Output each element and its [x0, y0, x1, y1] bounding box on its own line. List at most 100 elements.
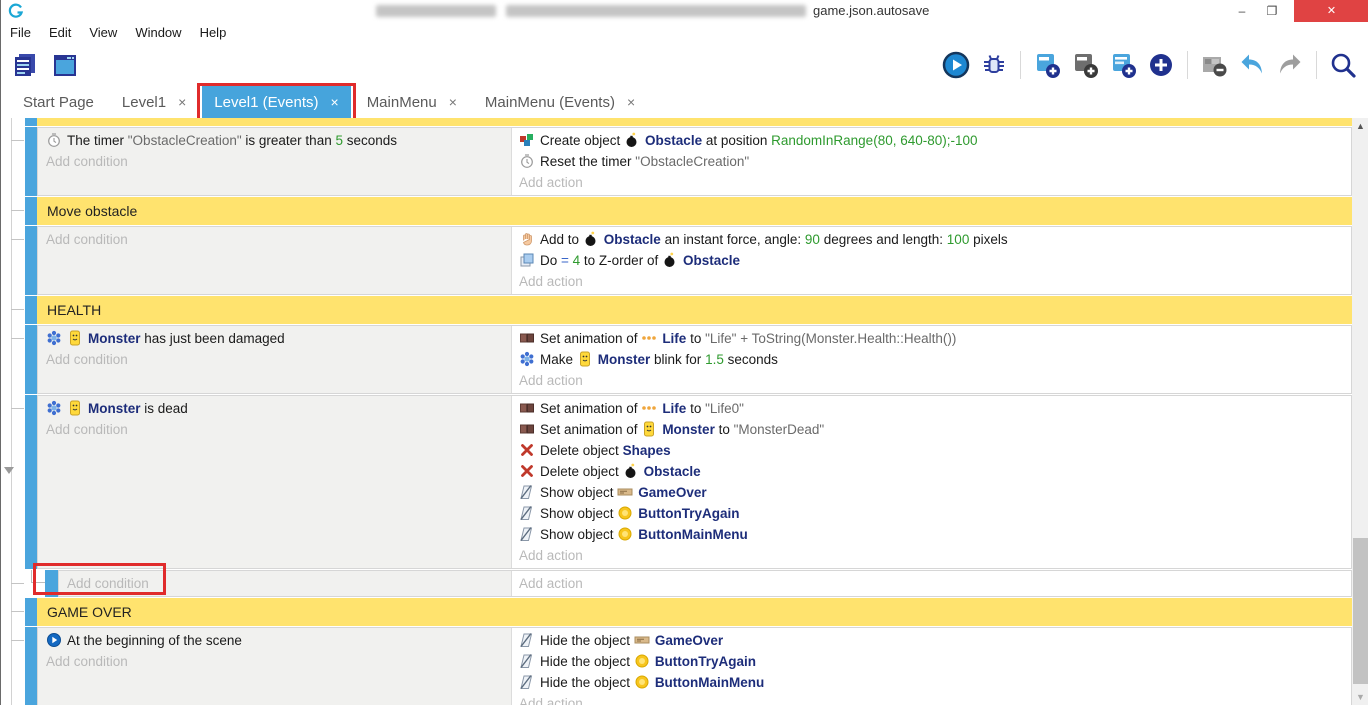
fold-arrow-icon[interactable]	[4, 467, 14, 474]
tab-level1[interactable]: Level1×	[110, 86, 198, 118]
add-action-button[interactable]: Add action	[519, 545, 1351, 566]
text-segment: to	[686, 331, 705, 346]
event-bar	[25, 197, 37, 225]
life-icon	[641, 400, 657, 416]
add-other-event-button[interactable]	[1145, 49, 1177, 81]
group-header[interactable]: Move obstacle	[25, 197, 1352, 225]
add-condition-button[interactable]: Add condition	[46, 229, 511, 250]
add-condition-button[interactable]: Add condition	[46, 349, 511, 370]
add-action-button[interactable]: Add action	[519, 271, 1351, 292]
play-button[interactable]	[940, 49, 972, 81]
scroll-up-arrow-icon[interactable]: ▲	[1352, 118, 1368, 134]
undo-button[interactable]	[1236, 49, 1268, 81]
tab-start-page[interactable]: Start Page	[11, 86, 106, 118]
object-name: ButtonMainMenu	[638, 527, 747, 542]
tab-mainmenu-events-[interactable]: MainMenu (Events)×	[473, 86, 647, 118]
action[interactable]: Set animation of Life to "Life" + ToStri…	[519, 328, 1351, 349]
action[interactable]: Set animation of Monster to "MonsterDead…	[519, 419, 1351, 440]
add-action-button[interactable]: Add action	[519, 370, 1351, 391]
event-cells: Monster has just been damagedAdd conditi…	[37, 325, 1352, 394]
action[interactable]: Hide the object GameOver	[519, 630, 1351, 651]
add-action-button[interactable]: Add action	[519, 693, 1351, 705]
condition[interactable]: The timer "ObstacleCreation" is greater …	[46, 130, 511, 151]
close-tab-icon[interactable]: ×	[627, 94, 635, 110]
text-segment: Set animation of	[540, 331, 641, 346]
action[interactable]: Reset the timer "ObstacleCreation"	[519, 151, 1351, 172]
add-condition-button[interactable]: Add condition	[46, 419, 511, 440]
menu-item-view[interactable]: View	[80, 22, 126, 44]
add-action-button[interactable]: Add action	[519, 172, 1351, 193]
menu-item-file[interactable]: File	[1, 22, 40, 44]
event-bar	[25, 296, 37, 324]
add-event-button[interactable]	[1031, 49, 1063, 81]
life-icon	[641, 330, 657, 346]
text-segment: "Life0"	[705, 401, 744, 416]
object-name: ButtonMainMenu	[655, 675, 764, 690]
add-condition-button[interactable]: Add condition	[67, 573, 511, 594]
action[interactable]: Add to Obstacle an instant force, angle:…	[519, 229, 1351, 250]
toolbar-separator	[1187, 51, 1188, 79]
event-block[interactable]: At the beginning of the sceneAdd conditi…	[25, 627, 1352, 705]
vertical-scrollbar[interactable]: ▲ ▼	[1352, 118, 1368, 705]
condition[interactable]: Monster is dead	[46, 398, 511, 419]
close-button[interactable]: ✕	[1294, 0, 1368, 22]
object-name: GameOver	[655, 633, 723, 648]
toggle-disabled-events-button[interactable]	[1198, 49, 1230, 81]
minimize-button[interactable]: –	[1229, 0, 1255, 22]
timer-icon	[46, 132, 62, 148]
conditions-cell: The timer "ObstacleCreation" is greater …	[38, 128, 512, 195]
sub-event-block[interactable]: Add condition Add action	[25, 570, 1352, 597]
event-block[interactable]: Monster is deadAdd condition Set animatio…	[25, 395, 1352, 569]
group-header-partial[interactable]	[25, 118, 1352, 126]
scrollbar-thumb[interactable]	[1353, 538, 1368, 684]
condition[interactable]: Monster has just been damaged	[46, 328, 511, 349]
menu-item-window[interactable]: Window	[126, 22, 190, 44]
object-name: Monster	[88, 331, 141, 346]
add-subevent-button[interactable]	[1107, 49, 1139, 81]
text-segment: Show object	[540, 527, 617, 542]
add-action-button[interactable]: Add action	[519, 573, 1351, 594]
action[interactable]: Delete object Shapes	[519, 440, 1351, 461]
debug-button[interactable]	[978, 49, 1010, 81]
add-condition-button[interactable]: Add condition	[46, 151, 511, 172]
event-block[interactable]: Add condition Add to Obstacle an instant …	[25, 226, 1352, 295]
project-manager-button[interactable]	[9, 49, 41, 81]
action[interactable]: Create object Obstacle at position Rando…	[519, 130, 1351, 151]
event-block[interactable]: The timer "ObstacleCreation" is greater …	[25, 127, 1352, 196]
close-tab-icon[interactable]: ×	[449, 94, 457, 110]
text-segment: Do	[540, 253, 561, 268]
close-tab-icon[interactable]: ×	[331, 94, 339, 110]
text-segment: has just been damaged	[141, 331, 285, 346]
action[interactable]: Hide the object ButtonMainMenu	[519, 672, 1351, 693]
scroll-down-arrow-icon[interactable]: ▼	[1352, 689, 1368, 705]
action[interactable]: Show object GameOver	[519, 482, 1351, 503]
action[interactable]: Set animation of Life to "Life0"	[519, 398, 1351, 419]
action[interactable]: Show object ButtonTryAgain	[519, 503, 1351, 524]
add-comment-event-button[interactable]	[1069, 49, 1101, 81]
group-header[interactable]: GAME OVER	[25, 598, 1352, 626]
action[interactable]: Show object ButtonMainMenu	[519, 524, 1351, 545]
action[interactable]: Hide the object ButtonTryAgain	[519, 651, 1351, 672]
flower-icon	[46, 330, 62, 346]
scene-editor-button[interactable]	[49, 49, 81, 81]
event-bar	[45, 570, 58, 597]
tab-mainmenu[interactable]: MainMenu×	[355, 86, 469, 118]
action[interactable]: Delete object Obstacle	[519, 461, 1351, 482]
redo-button[interactable]	[1274, 49, 1306, 81]
search-button[interactable]	[1327, 49, 1359, 81]
action[interactable]: Do = 4 to Z-order of Obstacle	[519, 250, 1351, 271]
group-header[interactable]: HEALTH	[25, 296, 1352, 324]
tab-level1-events-[interactable]: Level1 (Events)×	[202, 86, 350, 118]
text-segment: Hide the object	[540, 633, 634, 648]
event-cells: Add condition Add to Obstacle an instant …	[37, 226, 1352, 295]
condition[interactable]: At the beginning of the scene	[46, 630, 511, 651]
delete-icon	[519, 463, 535, 479]
action[interactable]: Make Monster blink for 1.5 seconds	[519, 349, 1351, 370]
event-block[interactable]: Monster has just been damagedAdd conditi…	[25, 325, 1352, 394]
menu-item-edit[interactable]: Edit	[40, 22, 80, 44]
object-name: Monster	[598, 352, 651, 367]
add-condition-button[interactable]: Add condition	[46, 651, 511, 672]
menu-item-help[interactable]: Help	[191, 22, 236, 44]
close-tab-icon[interactable]: ×	[178, 94, 186, 110]
maximize-button[interactable]: ❐	[1259, 0, 1285, 22]
